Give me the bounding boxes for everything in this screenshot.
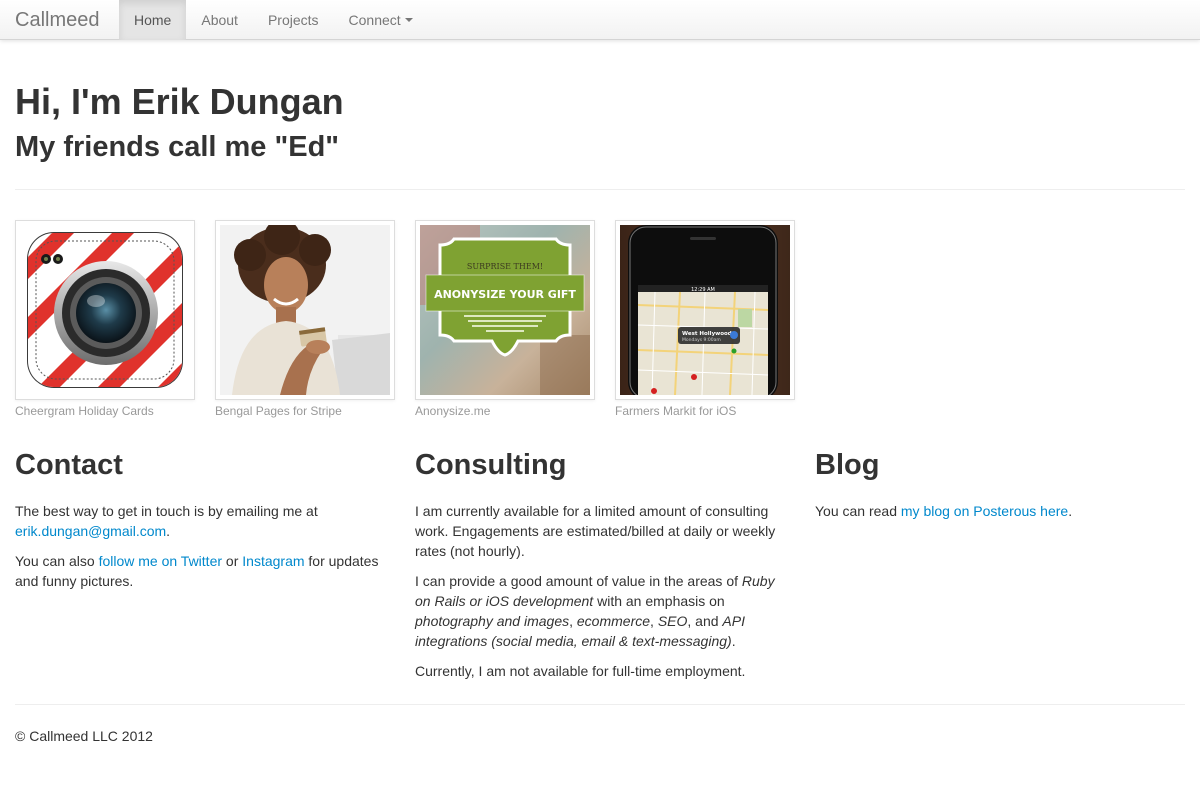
thumbnail-frame[interactable] [215,220,395,400]
skills-text: , [569,613,577,629]
project-thumbnail[interactable]: SURPRISE THEM! ANONYSIZE YOUR GIFT Anony… [415,220,595,421]
caret-down-icon [404,18,413,23]
thumbnail-frame[interactable]: 12:29 AM West Hollywood Mondays 9:00am [615,220,795,400]
blog-text-end: . [1068,503,1073,519]
project-thumbnail[interactable]: Cheergram Holiday Cards [15,220,195,421]
social-text-or: or [222,553,243,569]
instagram-link[interactable]: Instagram [242,553,304,569]
project-thumbnails: Cheergram Holiday Cards Bengal Pages for… [15,220,815,421]
consulting-paragraph-skills: I can provide a good amount of value in … [415,571,790,651]
contact-paragraph-social: You can also follow me on Twitter or Ins… [15,551,390,591]
top-navbar: Callmeed Home About Projects Connect [0,0,1200,40]
contact-heading: Contact [15,449,123,481]
nav-projects-label: Projects [267,12,319,28]
page-subtitle: My friends call me "Ed" [15,131,340,163]
blog-link[interactable]: my blog on Posterous here [901,503,1068,519]
hero-divider [15,189,1185,190]
contact-text-end: . [166,523,171,539]
project-thumbnail[interactable]: Bengal Pages for Stripe [215,220,395,421]
skills-text: , [650,613,658,629]
social-text: You can also [15,553,99,569]
nav-connect-dropdown[interactable]: Connect [334,0,428,40]
blog-heading: Blog [815,449,880,481]
thumbnail-frame[interactable]: SURPRISE THEM! ANONYSIZE YOUR GIFT [415,220,595,400]
skills-text: I can provide a good amount of value in … [415,573,742,589]
footer-divider [15,704,1185,705]
nav-about-label: About [201,12,238,28]
blog-paragraph: You can read my blog on Posterous here. [815,501,1190,521]
consulting-paragraph-employment: Currently, I am not available for full-t… [415,663,746,679]
consulting-section: Consulting I am currently available for … [415,446,790,691]
thumbnail-caption: Bengal Pages for Stripe [215,404,342,418]
skills-text: . [731,633,736,649]
woman-with-credit-card-photo [220,225,390,395]
email-link[interactable]: erik.dungan@gmail.com [15,523,166,539]
contact-text: The best way to get in touch is by email… [15,503,318,519]
thumbnail-caption: Farmers Markit for iOS [615,404,737,418]
consulting-paragraph-availability: I am currently available for a limited a… [415,503,776,559]
gift-badge-top-text: SURPRISE THEM! [467,262,543,271]
skills-emphasis: SEO [657,613,688,629]
main-nav: Home About Projects Connect [119,0,428,40]
nav-home[interactable]: Home [119,0,187,40]
contact-section: Contact The best way to get in touch is … [15,446,390,601]
blog-text: You can read [815,503,901,519]
skills-emphasis: photography and images [415,613,570,629]
camera-app-icon [20,225,190,395]
gift-badge-main-text: ANONYSIZE YOUR GIFT [434,288,576,301]
hero: Hi, I'm Erik Dungan My friends call me "… [15,80,1185,167]
project-thumbnail[interactable]: 12:29 AM West Hollywood Mondays 9:00am F… [615,220,795,421]
map-pin-title: West Hollywood [682,331,732,337]
brand-logo-link[interactable]: Callmeed [15,0,99,40]
skills-text: , and [687,613,723,629]
nav-about[interactable]: About [186,0,253,40]
thumbnail-caption: Cheergram Holiday Cards [15,404,154,418]
nav-projects[interactable]: Projects [253,0,334,40]
nav-connect-label: Connect [348,12,401,28]
phone-clock-text: 12:29 AM [691,287,715,293]
blog-section: Blog You can read my blog on Posterous h… [815,446,1190,531]
thumbnail-frame[interactable] [15,220,195,400]
skills-text: with an emphasis on [593,593,725,609]
copyright-text: © Callmeed LLC 2012 [15,728,153,744]
twitter-link[interactable]: follow me on Twitter [99,553,222,569]
gift-badge-image: SURPRISE THEM! ANONYSIZE YOUR GIFT [420,225,590,395]
thumbnail-caption: Anonysize.me [415,404,491,418]
contact-paragraph-email: The best way to get in touch is by email… [15,501,390,541]
consulting-heading: Consulting [415,449,567,481]
page-title: Hi, I'm Erik Dungan [15,81,344,122]
iphone-map-screenshot: 12:29 AM West Hollywood Mondays 9:00am [620,225,790,395]
footer: © Callmeed LLC 2012 [15,726,153,746]
nav-home-label: Home [134,12,172,28]
skills-emphasis: ecommerce [576,613,651,629]
map-pin-subtitle: Mondays 9:00am [682,337,721,343]
